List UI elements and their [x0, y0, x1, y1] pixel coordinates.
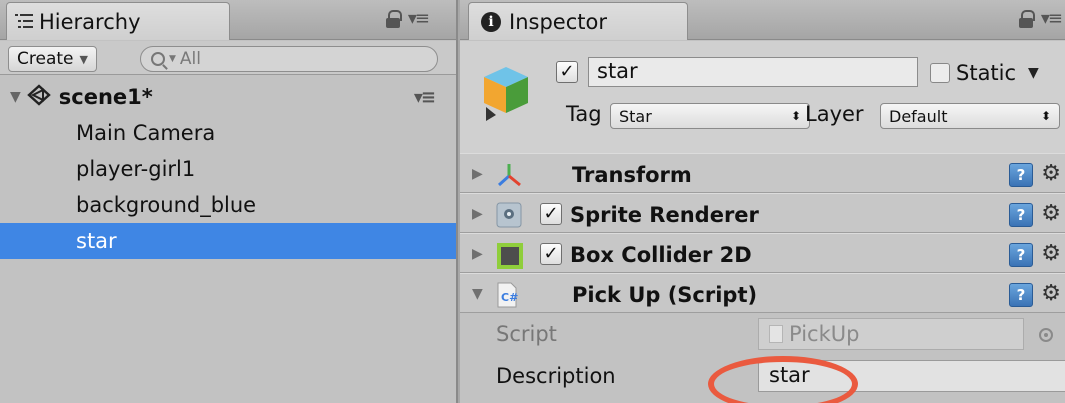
gear-icon[interactable]: ⚙: [1041, 281, 1061, 306]
tag-label: Tag: [566, 102, 602, 126]
tab-hierarchy[interactable]: Hierarchy: [6, 2, 230, 40]
inspector-tabbar: i Inspector ▾≡: [460, 0, 1065, 40]
updown-arrows-icon: ⬍: [790, 109, 801, 123]
help-icon[interactable]: ?: [1009, 283, 1033, 307]
info-icon: i: [481, 11, 501, 32]
hierarchy-toolbar: Create ▼ ▼ All: [0, 41, 456, 75]
hierarchy-item[interactable]: player-girl1: [0, 151, 456, 187]
script-file-icon: [769, 325, 783, 343]
list-icon: [15, 10, 33, 34]
inspector-panel: i Inspector ▾≡ ✓ star Static ▼ Tag Star …: [460, 0, 1065, 403]
component-sprite-renderer[interactable]: ▶ ✓ Sprite Renderer ? ⚙: [460, 193, 1065, 233]
hierarchy-item-label: background_blue: [76, 193, 257, 217]
inspector-tab-controls: ▾≡: [1018, 8, 1063, 29]
panel-menu-icon[interactable]: ▾≡: [408, 8, 430, 29]
scene-name: scene1*: [58, 85, 153, 109]
tag-value: Star: [619, 106, 652, 126]
gear-icon[interactable]: ⚙: [1041, 201, 1061, 226]
layer-label: Layer: [805, 102, 864, 126]
component-enabled-checkbox[interactable]: ✓: [540, 203, 562, 225]
gameobject-header: ✓ star Static ▼ Tag Star ⬍ Layer Default…: [460, 41, 1065, 155]
hierarchy-item[interactable]: Main Camera: [0, 115, 456, 151]
create-button[interactable]: Create ▼: [8, 46, 97, 72]
svg-text:C#: C#: [501, 291, 518, 304]
updown-arrows-icon: ⬍: [1040, 109, 1051, 123]
unity-scene-icon: [26, 83, 51, 111]
gear-icon[interactable]: ⚙: [1041, 161, 1061, 186]
gameobject-cube-icon: [480, 63, 532, 127]
component-transform[interactable]: ▶ Transform ? ⚙: [460, 153, 1065, 193]
layer-value: Default: [889, 106, 948, 126]
lock-icon[interactable]: [1018, 9, 1035, 28]
chevron-down-icon: ▼: [79, 52, 88, 66]
hierarchy-item-label: Main Camera: [76, 121, 216, 145]
collapsed-arrow-icon[interactable]: ▶: [472, 166, 483, 182]
static-label: Static: [956, 61, 1017, 85]
scene-menu-icon[interactable]: ▾≡: [414, 87, 436, 108]
help-icon[interactable]: ?: [1009, 203, 1033, 227]
search-input[interactable]: ▼ All: [140, 46, 438, 72]
script-field[interactable]: PickUp: [758, 318, 1024, 350]
tag-dropdown[interactable]: Star ⬍: [610, 103, 810, 129]
component-name: Sprite Renderer: [570, 203, 759, 227]
static-dropdown-icon[interactable]: ▼: [1028, 65, 1039, 81]
component-name: Transform: [572, 163, 692, 187]
component-name: Pick Up (Script): [572, 283, 758, 307]
csharp-script-icon: C#: [496, 282, 518, 313]
hierarchy-tab-controls: ▾≡: [385, 8, 430, 29]
scene-row[interactable]: ▼ scene1* ▾≡: [0, 79, 456, 115]
script-value: PickUp: [789, 322, 860, 346]
help-icon[interactable]: ?: [1009, 163, 1033, 187]
sprite-renderer-icon: [496, 202, 522, 233]
panel-menu-icon[interactable]: ▾≡: [1041, 8, 1063, 29]
collapsed-arrow-icon[interactable]: ▶: [472, 246, 483, 262]
component-name: Box Collider 2D: [570, 243, 752, 267]
inspector-title: Inspector: [509, 9, 607, 34]
transform-axes-icon: [496, 162, 522, 193]
hierarchy-panel: Hierarchy ▾≡ Create ▼ ▼ All ▼ scene1* ▾≡…: [0, 0, 458, 403]
lock-icon[interactable]: [385, 9, 402, 28]
layer-dropdown[interactable]: Default ⬍: [880, 103, 1060, 129]
create-label: Create: [17, 49, 74, 69]
hierarchy-item-label: player-girl1: [76, 157, 196, 181]
search-icon: [151, 52, 165, 66]
description-field[interactable]: star: [758, 360, 1065, 392]
gameobject-name-field[interactable]: star: [588, 57, 918, 87]
help-icon[interactable]: ?: [1009, 243, 1033, 267]
hierarchy-tabbar: Hierarchy ▾≡: [0, 0, 456, 40]
search-placeholder: All: [179, 49, 201, 69]
component-box-collider-2d[interactable]: ▶ ✓ Box Collider 2D ? ⚙: [460, 233, 1065, 273]
script-label: Script: [496, 322, 557, 346]
box-collider-icon: [496, 242, 524, 275]
description-label: Description: [496, 364, 616, 388]
hierarchy-title: Hierarchy: [39, 9, 141, 34]
gear-icon[interactable]: ⚙: [1041, 241, 1061, 266]
static-toggle[interactable]: Static ▼: [930, 61, 1039, 85]
gameobject-active-checkbox[interactable]: ✓: [556, 61, 578, 83]
tab-inspector[interactable]: i Inspector: [468, 2, 688, 40]
hierarchy-item-label: star: [76, 229, 117, 253]
hierarchy-item[interactable]: background_blue: [0, 187, 456, 223]
expand-arrow-icon[interactable]: ▼: [10, 89, 21, 105]
search-filter-caret-icon[interactable]: ▼: [169, 54, 176, 64]
object-picker-icon[interactable]: [1039, 328, 1053, 342]
hierarchy-item-selected[interactable]: star: [0, 223, 456, 259]
component-pickup-script[interactable]: ▼ C# Pick Up (Script) ? ⚙: [460, 273, 1065, 313]
collapsed-arrow-icon[interactable]: ▶: [472, 206, 483, 222]
static-checkbox[interactable]: [930, 63, 950, 83]
expanded-arrow-icon[interactable]: ▼: [472, 286, 483, 302]
component-enabled-checkbox[interactable]: ✓: [540, 243, 562, 265]
